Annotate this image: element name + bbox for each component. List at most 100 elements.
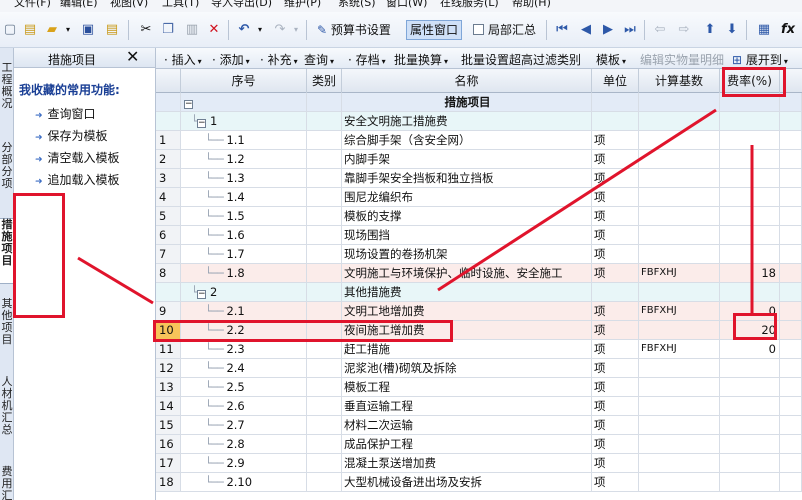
table-row[interactable]: 1 └── 1.1 综合脚手架（含安全网）项 (156, 131, 802, 150)
tab-cost-summary[interactable]: 费用汇总 (0, 466, 14, 500)
rate-cell[interactable] (720, 188, 780, 206)
unit-cell[interactable] (592, 283, 639, 301)
base-cell[interactable] (639, 131, 720, 149)
base-cell[interactable] (639, 378, 720, 396)
unit-cell[interactable] (592, 112, 639, 130)
unit-cell[interactable]: 项 (592, 245, 639, 263)
seq-cell[interactable]: └── 2.10 (181, 473, 307, 491)
table-row[interactable]: 12 └── 2.4 泥浆池(槽)砌筑及拆除项 (156, 359, 802, 378)
seq-cell[interactable]: └── 1.1 (181, 131, 307, 149)
move-right-icon[interactable]: ⇨ (676, 22, 692, 38)
menu-file[interactable]: 文件(F) (14, 0, 51, 10)
move-up-icon[interactable]: ⬆ (702, 22, 718, 38)
seq-cell[interactable]: └── 1.7 (181, 245, 307, 263)
table-row[interactable]: └− 1 安全文明施工措施费 (156, 112, 802, 131)
category-cell[interactable] (307, 378, 342, 396)
seq-cell[interactable]: └── 1.5 (181, 207, 307, 225)
row-number-cell[interactable]: 1 (156, 131, 181, 149)
calculator-icon[interactable]: ▦ (756, 22, 772, 38)
row-number-cell[interactable]: 3 (156, 169, 181, 187)
category-cell[interactable] (307, 226, 342, 244)
table-row[interactable]: 17 └── 2.9 混凝土泵送增加费项 (156, 454, 802, 473)
base-cell[interactable] (639, 283, 720, 301)
property-window-button[interactable]: 属性窗口 (406, 20, 463, 40)
row-number-cell[interactable] (156, 283, 181, 301)
name-cell[interactable]: 模板工程 (342, 378, 592, 396)
menu-view[interactable]: 视图(V) (110, 0, 148, 10)
collapse-icon[interactable]: − (196, 119, 206, 128)
table-row[interactable]: 10 └── 2.2 夜间施工增加费项 20 (156, 321, 802, 340)
category-cell[interactable] (307, 264, 342, 282)
name-cell[interactable]: 混凝土泵送增加费 (342, 454, 592, 472)
category-cell[interactable] (307, 283, 342, 301)
category-cell[interactable] (307, 340, 342, 358)
name-cell[interactable]: 安全文明施工措施费 (342, 112, 592, 130)
name-cell[interactable]: 赶工措施 (342, 340, 592, 358)
base-cell[interactable]: FBFXHJ (639, 264, 720, 282)
tab-labor-material-summary[interactable]: 人材机汇总 (0, 376, 14, 446)
batch-set-button[interactable]: 批量设置超高过滤类别 (461, 51, 581, 68)
table-row[interactable]: − 措施项目 (156, 93, 802, 112)
category-cell[interactable] (307, 150, 342, 168)
save-menu[interactable]: · 存档 ▾ (348, 51, 386, 68)
name-cell[interactable]: 现场设置的卷扬机架 (342, 245, 592, 263)
unit-cell[interactable]: 项 (592, 454, 639, 472)
seq-cell[interactable]: └── 1.2 (181, 150, 307, 168)
table-row[interactable]: 15 └── 2.7 材料二次运输项 (156, 416, 802, 435)
unit-cell[interactable]: 项 (592, 340, 639, 358)
name-cell[interactable]: 大型机械设备进出场及安拆 (342, 473, 592, 491)
table-row[interactable]: 11 └── 2.3 赶工措施项 FBFXHJ 0 (156, 340, 802, 359)
category-cell[interactable] (307, 169, 342, 187)
name-cell[interactable]: 成品保护工程 (342, 435, 592, 453)
category-cell[interactable] (307, 454, 342, 472)
category-cell[interactable] (307, 131, 342, 149)
name-cell[interactable]: 围尼龙编织布 (342, 188, 592, 206)
table-row[interactable]: 8 └── 1.8 文明施工与环境保护、临时设施、安全施工项 FBFXHJ 18 (156, 264, 802, 283)
category-cell[interactable] (307, 416, 342, 434)
first-record-icon[interactable]: ⏮ (554, 22, 570, 38)
rate-cell[interactable] (720, 378, 780, 396)
seq-cell[interactable]: └── 2.7 (181, 416, 307, 434)
header-base[interactable]: 计算基数 (639, 69, 720, 93)
move-left-icon[interactable]: ⇦ (652, 22, 668, 38)
query-menu[interactable]: 查询 ▾ (304, 51, 334, 68)
rate-cell[interactable] (720, 131, 780, 149)
rate-cell[interactable] (720, 454, 780, 472)
row-number-cell[interactable]: 12 (156, 359, 181, 377)
base-cell[interactable] (639, 454, 720, 472)
local-summary-toggle[interactable]: 局部汇总 (470, 20, 539, 40)
rate-cell[interactable]: 18 (720, 264, 780, 282)
formula-icon[interactable]: fx (780, 22, 796, 38)
redo-dropdown-icon[interactable]: ▾ (288, 22, 304, 38)
save-as-icon[interactable]: ▤ (104, 22, 120, 38)
tab-measure-items[interactable]: 措施项目 (0, 218, 14, 284)
template-menu[interactable]: 模板 ▾ (596, 51, 626, 68)
row-number-cell[interactable]: 4 (156, 188, 181, 206)
row-number-cell[interactable] (156, 112, 181, 130)
cut-icon[interactable]: ✂ (138, 22, 154, 38)
seq-cell[interactable]: └── 2.6 (181, 397, 307, 415)
table-row[interactable]: 4 └── 1.4 围尼龙编织布项 (156, 188, 802, 207)
row-number-cell[interactable]: 8 (156, 264, 181, 282)
last-record-icon[interactable]: ⏭ (622, 22, 638, 38)
base-cell[interactable] (639, 321, 720, 339)
unit-cell[interactable]: 项 (592, 302, 639, 320)
name-cell[interactable]: 现场围挡 (342, 226, 592, 244)
name-cell[interactable]: 模板的支撑 (342, 207, 592, 225)
category-cell[interactable] (307, 397, 342, 415)
seq-cell[interactable]: └── 2.1 (181, 302, 307, 320)
row-number-cell[interactable]: 6 (156, 226, 181, 244)
unit-cell[interactable]: 项 (592, 264, 639, 282)
seq-cell[interactable]: └− 1 (181, 112, 307, 130)
unit-cell[interactable]: 项 (592, 226, 639, 244)
table-row[interactable]: 6 └── 1.6 现场围挡项 (156, 226, 802, 245)
rate-cell[interactable] (720, 435, 780, 453)
rate-cell[interactable] (720, 226, 780, 244)
table-row[interactable]: 14 └── 2.6 垂直运输工程项 (156, 397, 802, 416)
rate-cell[interactable] (720, 283, 780, 301)
base-cell[interactable] (639, 416, 720, 434)
name-cell[interactable]: 垂直运输工程 (342, 397, 592, 415)
budget-settings-button[interactable]: ✎ 预算书设置 (314, 20, 394, 40)
row-number-cell[interactable]: 11 (156, 340, 181, 358)
new-file-icon[interactable]: ▢ (2, 22, 18, 38)
